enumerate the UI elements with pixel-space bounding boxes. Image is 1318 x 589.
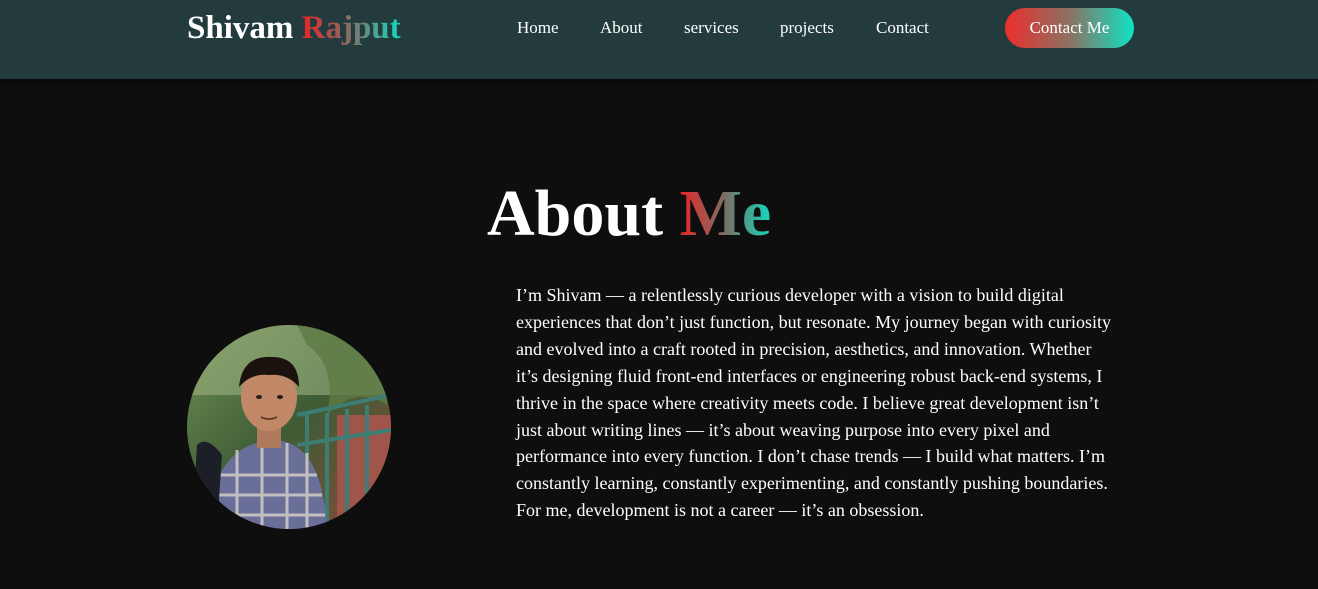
profile-photo [187, 325, 391, 529]
about-heading: About Me [487, 174, 771, 254]
about-heading-accent: Me [679, 177, 772, 250]
brand-last-name: Rajput [301, 10, 401, 46]
navbar: Shivam Rajput Home About services projec… [0, 0, 1318, 79]
nav-link-about[interactable]: About [600, 17, 643, 39]
nav-link-services[interactable]: services [684, 17, 739, 39]
about-bio: I’m Shivam — a relentlessly curious deve… [516, 285, 1112, 521]
contact-me-button[interactable]: Contact Me [1005, 8, 1134, 48]
nav-link-home[interactable]: Home [517, 17, 559, 39]
about-heading-word: About [487, 177, 664, 250]
nav-link-contact[interactable]: Contact [876, 17, 929, 39]
brand-first-name: Shivam [187, 10, 294, 46]
profile-photo-illustration [187, 325, 391, 529]
nav-link-projects[interactable]: projects [780, 17, 834, 39]
brand-logo[interactable]: Shivam Rajput [187, 8, 401, 48]
